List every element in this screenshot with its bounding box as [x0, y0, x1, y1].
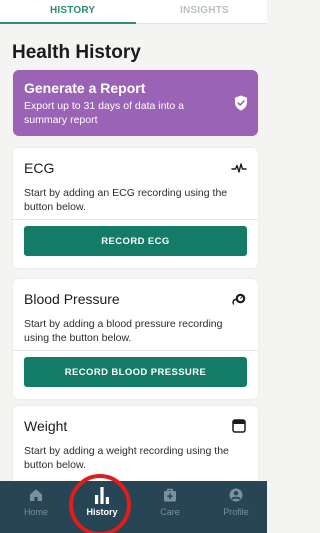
- report-description: Export up to 31 days of data into a summ…: [24, 100, 184, 126]
- record-blood-pressure-button[interactable]: RECORD BLOOD PRESSURE: [24, 357, 247, 387]
- ecg-card: ECG Start by adding an ECG recording usi…: [13, 148, 258, 268]
- blood-pressure-cuff-icon: [232, 293, 246, 305]
- nav-profile[interactable]: Profile: [203, 481, 269, 533]
- blood-pressure-card: Blood Pressure Start by adding a blood p…: [13, 279, 258, 399]
- divider: [13, 350, 258, 351]
- blood-pressure-card-title: Blood Pressure: [24, 291, 120, 307]
- weight-card-description: Start by adding a weight recording using…: [24, 445, 229, 471]
- tab-insights[interactable]: INSIGHTS: [180, 5, 229, 16]
- top-tab-bar: HISTORY INSIGHTS: [0, 0, 267, 24]
- weight-card-title: Weight: [24, 418, 68, 434]
- medical-bag-icon: [164, 488, 176, 502]
- profile-icon: [229, 488, 243, 502]
- nav-profile-label: Profile: [223, 507, 249, 517]
- active-tab-indicator: [0, 22, 136, 24]
- nav-care[interactable]: Care: [137, 481, 203, 533]
- nav-history[interactable]: History: [69, 481, 135, 533]
- divider: [13, 219, 258, 220]
- nav-care-label: Care: [160, 507, 180, 517]
- ecg-card-description: Start by adding an ECG recording using t…: [24, 187, 228, 213]
- weight-card: Weight Start by adding a weight recordin…: [13, 406, 258, 486]
- nav-home[interactable]: Home: [3, 481, 69, 533]
- nav-history-label: History: [86, 507, 118, 517]
- nav-home-label: Home: [23, 507, 48, 517]
- shield-check-icon: [235, 95, 247, 111]
- page-title: Health History: [12, 42, 141, 63]
- bottom-navigation: Home History Care Profile: [0, 481, 267, 533]
- report-title: Generate a Report: [24, 80, 146, 96]
- home-icon: [30, 489, 42, 501]
- generate-report-card[interactable]: Generate a Report Export up to 31 days o…: [13, 70, 258, 136]
- bar-chart-icon: [95, 487, 109, 504]
- blood-pressure-card-description: Start by adding a blood pressure recordi…: [24, 318, 223, 344]
- ecg-card-title: ECG: [24, 160, 55, 176]
- record-ecg-button[interactable]: RECORD ECG: [24, 226, 247, 256]
- tab-history[interactable]: HISTORY: [50, 5, 95, 16]
- heartbeat-icon: [231, 163, 247, 173]
- scale-icon: [232, 419, 246, 433]
